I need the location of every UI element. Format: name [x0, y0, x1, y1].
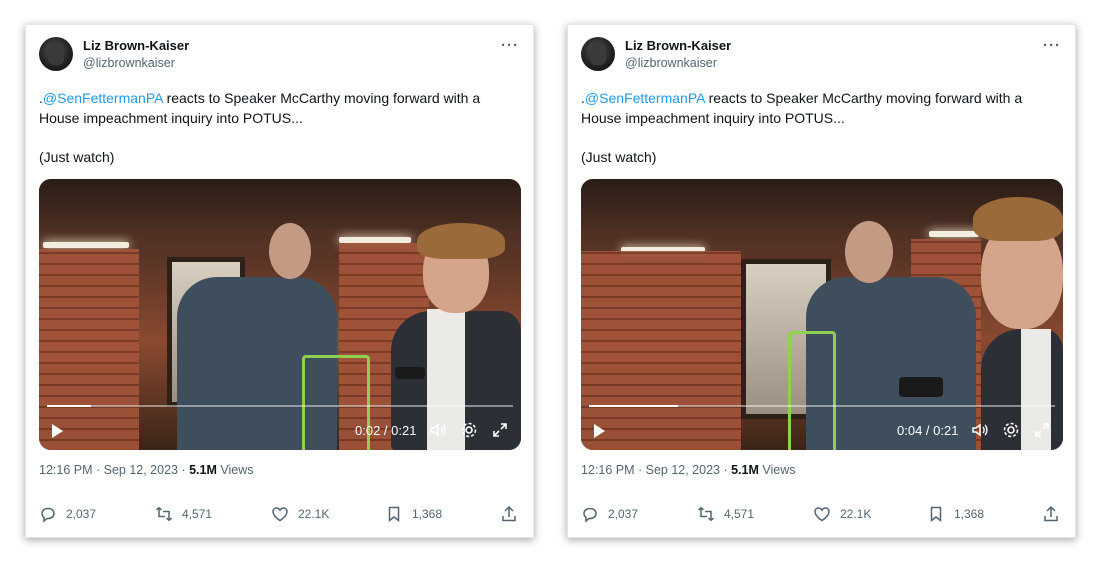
- views-label: Views: [758, 463, 796, 477]
- author-name[interactable]: Liz Brown-Kaiser: [83, 38, 189, 53]
- retweet-icon: [697, 505, 715, 523]
- views-count: 5.1M: [731, 463, 759, 477]
- reply-button[interactable]: 2,037: [581, 505, 638, 523]
- video-progress-bar[interactable]: [589, 405, 1055, 407]
- like-icon: [271, 505, 289, 523]
- reply-button[interactable]: 2,037: [39, 505, 96, 523]
- video-time: 0:04 / 0:21: [897, 423, 959, 438]
- share-button[interactable]: [1042, 505, 1060, 523]
- like-count: 22.1K: [840, 507, 872, 521]
- views-count: 5.1M: [189, 463, 217, 477]
- person-2-hair: [973, 197, 1063, 241]
- reply-icon: [39, 505, 57, 523]
- share-icon: [1042, 505, 1060, 523]
- tweet-card-1: Liz Brown-Kaiser @lizbrownkaiser ··· .@S…: [25, 24, 534, 538]
- timestamp[interactable]: 12:16 PM · Sep 12, 2023 ·: [581, 463, 731, 477]
- more-icon[interactable]: ···: [501, 37, 519, 54]
- person-1-head: [269, 223, 311, 279]
- retweet-icon: [155, 505, 173, 523]
- video-time: 0:02 / 0:21: [355, 423, 417, 438]
- author-name[interactable]: Liz Brown-Kaiser: [625, 38, 731, 53]
- bookmark-icon: [385, 505, 403, 523]
- tweet-text-line2: (Just watch): [39, 149, 115, 165]
- like-button[interactable]: 22.1K: [271, 505, 329, 523]
- person-2-hair: [417, 223, 505, 259]
- tweet-actions: 2,037 4,571 22.1K 1,368: [39, 505, 520, 527]
- views-label: Views: [216, 463, 254, 477]
- phone: [395, 367, 425, 379]
- phone: [899, 377, 943, 397]
- more-icon[interactable]: ···: [1043, 37, 1061, 54]
- bookmark-button[interactable]: 1,368: [927, 505, 984, 523]
- video-progress-fill: [589, 405, 678, 407]
- retweet-count: 4,571: [724, 507, 755, 521]
- volume-icon[interactable]: [429, 421, 447, 443]
- ceiling-light: [929, 231, 979, 237]
- reply-count: 2,037: [66, 507, 97, 521]
- bookmark-count: 1,368: [954, 507, 985, 521]
- play-icon[interactable]: [594, 424, 605, 438]
- tweet-text: .@SenFettermanPA reacts to Speaker McCar…: [39, 88, 519, 128]
- bookmark-icon: [927, 505, 945, 523]
- video-ceiling: [39, 179, 521, 229]
- avatar[interactable]: [39, 37, 73, 71]
- share-icon: [500, 505, 518, 523]
- video-player[interactable]: 0:02 / 0:21: [39, 179, 521, 450]
- mention-link[interactable]: @SenFettermanPA: [585, 90, 705, 106]
- timestamp[interactable]: 12:16 PM · Sep 12, 2023 ·: [39, 463, 189, 477]
- fullscreen-icon[interactable]: [1033, 421, 1051, 443]
- video-controls: 0:04 / 0:21: [581, 414, 1063, 450]
- fullscreen-icon[interactable]: [491, 421, 509, 443]
- retweet-button[interactable]: 4,571: [155, 505, 212, 523]
- video-player[interactable]: 0:04 / 0:21: [581, 179, 1063, 450]
- ceiling-light: [43, 242, 129, 248]
- author-handle[interactable]: @lizbrownkaiser: [625, 56, 717, 70]
- video-progress-fill: [47, 405, 92, 407]
- video-progress-bar[interactable]: [47, 405, 513, 407]
- bookmark-button[interactable]: 1,368: [385, 505, 442, 523]
- author-handle[interactable]: @lizbrownkaiser: [83, 56, 175, 70]
- mention-link[interactable]: @SenFettermanPA: [43, 90, 163, 106]
- tweet-text: .@SenFettermanPA reacts to Speaker McCar…: [581, 88, 1061, 128]
- retweet-count: 4,571: [182, 507, 213, 521]
- like-icon: [813, 505, 831, 523]
- tweet-meta: 12:16 PM · Sep 12, 2023 · 5.1M Views: [39, 463, 253, 477]
- settings-icon[interactable]: [460, 421, 478, 443]
- reply-count: 2,037: [608, 507, 639, 521]
- tweet-card-2: Liz Brown-Kaiser @lizbrownkaiser ··· .@S…: [567, 24, 1076, 538]
- play-icon[interactable]: [52, 424, 63, 438]
- person-1-head: [845, 221, 893, 283]
- like-button[interactable]: 22.1K: [813, 505, 871, 523]
- retweet-button[interactable]: 4,571: [697, 505, 754, 523]
- settings-icon[interactable]: [1002, 421, 1020, 443]
- reply-icon: [581, 505, 599, 523]
- bookmark-count: 1,368: [412, 507, 443, 521]
- tweet-text-line2: (Just watch): [581, 149, 657, 165]
- video-controls: 0:02 / 0:21: [39, 414, 521, 450]
- tweet-meta: 12:16 PM · Sep 12, 2023 · 5.1M Views: [581, 463, 795, 477]
- volume-icon[interactable]: [971, 421, 989, 443]
- share-button[interactable]: [500, 505, 518, 523]
- tweet-actions: 2,037 4,571 22.1K 1,368: [581, 505, 1062, 527]
- avatar[interactable]: [581, 37, 615, 71]
- like-count: 22.1K: [298, 507, 330, 521]
